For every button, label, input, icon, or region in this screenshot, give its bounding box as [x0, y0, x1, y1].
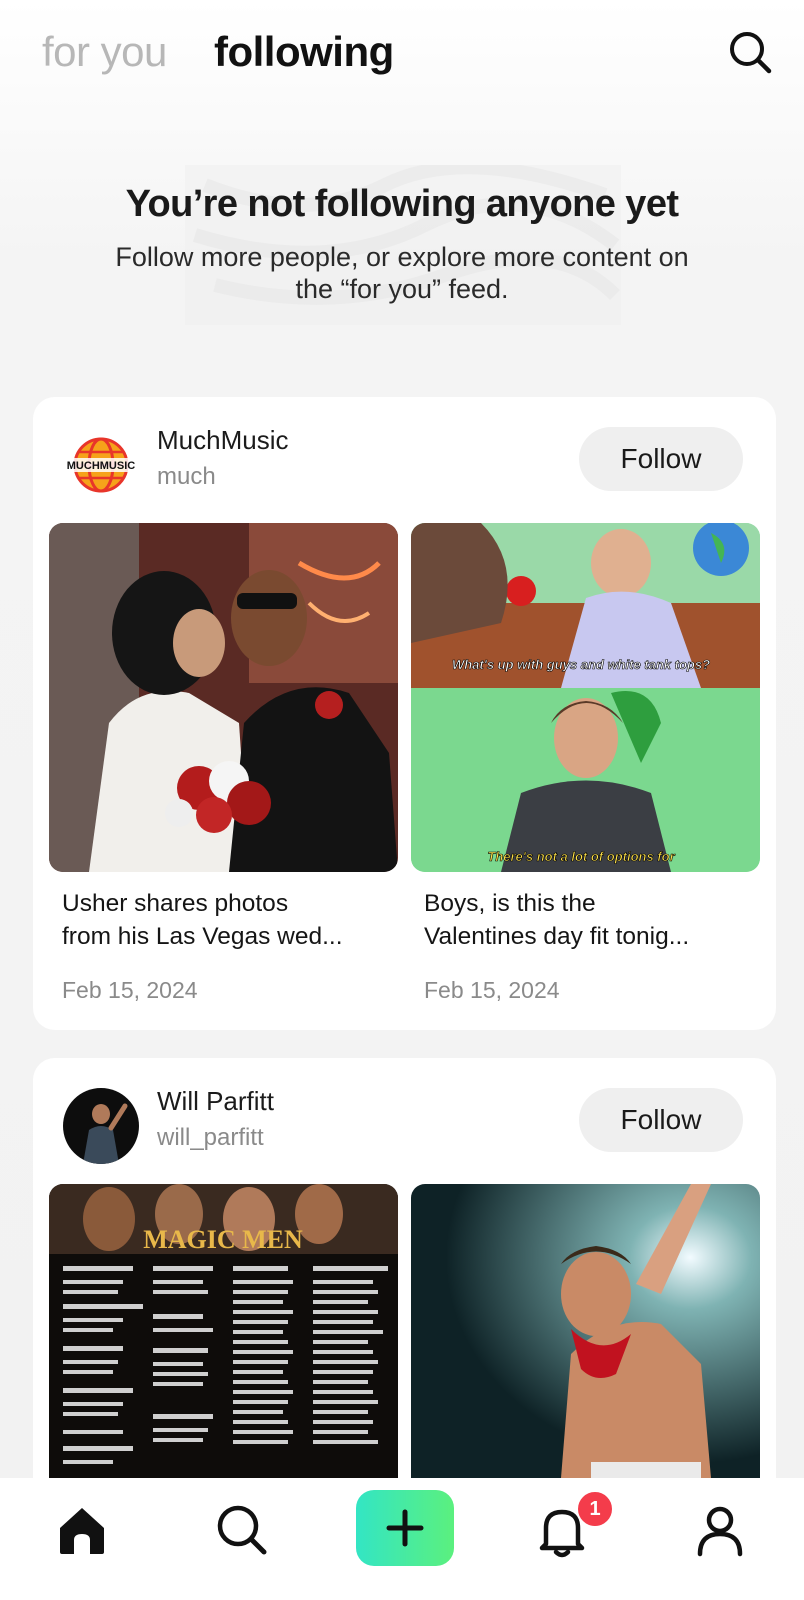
post-title[interactable]: Boys, is this the Valentines day fit ton… [424, 887, 754, 953]
empty-state-title: You’re not following anyone yet [125, 183, 679, 225]
account-handle: will_parfitt [157, 1124, 264, 1151]
create-plus-button[interactable] [356, 1490, 454, 1566]
post-date: Feb 15, 2024 [62, 977, 198, 1003]
empty-state-subtitle: Follow more people, or explore more cont… [115, 242, 689, 304]
post-thumbnail[interactable] [49, 523, 398, 872]
avatar[interactable] [63, 1088, 139, 1164]
avatar-logo-text: MUCHMUSIC [67, 460, 135, 472]
post-thumbnail[interactable]: MAGIC MEN [49, 1184, 398, 1478]
account-handle: much [157, 463, 216, 490]
follow-button[interactable]: Follow [579, 1088, 743, 1152]
avatar[interactable]: MUCHMUSIC [63, 427, 139, 503]
suggested-account-card: Will Parfitt will_parfitt Follow MAGIC M… [33, 1058, 776, 1478]
profile-icon[interactable] [690, 1500, 750, 1560]
poster-title: MAGIC MEN [143, 1225, 303, 1254]
post-thumbnail[interactable]: What's up with guys and white tank tops?… [411, 523, 760, 872]
notification-badge: 1 [576, 1490, 614, 1528]
tab-for-you[interactable]: for you [42, 28, 167, 76]
account-name[interactable]: MuchMusic [157, 425, 288, 456]
bottom-navigation: 1 [0, 1478, 804, 1600]
home-icon[interactable] [52, 1500, 112, 1560]
video-caption-top: What's up with guys and white tank tops? [452, 657, 710, 672]
top-header: for you following [0, 0, 804, 110]
plus-icon [386, 1509, 424, 1547]
account-name[interactable]: Will Parfitt [157, 1086, 274, 1117]
search-icon[interactable] [728, 30, 772, 74]
post-date: Feb 15, 2024 [424, 977, 560, 1003]
tab-following[interactable]: following [214, 28, 394, 76]
empty-state: You’re not following anyone yet Follow m… [0, 165, 804, 325]
suggested-account-card: MUCHMUSIC MuchMusic much Follow What's u… [33, 397, 776, 1030]
post-title[interactable]: Usher shares photos from his Las Vegas w… [62, 887, 392, 953]
search-icon[interactable] [212, 1500, 272, 1560]
post-thumbnail[interactable] [411, 1184, 760, 1478]
follow-button[interactable]: Follow [579, 427, 743, 491]
video-caption-bottom: There's not a lot of options for [487, 849, 675, 864]
